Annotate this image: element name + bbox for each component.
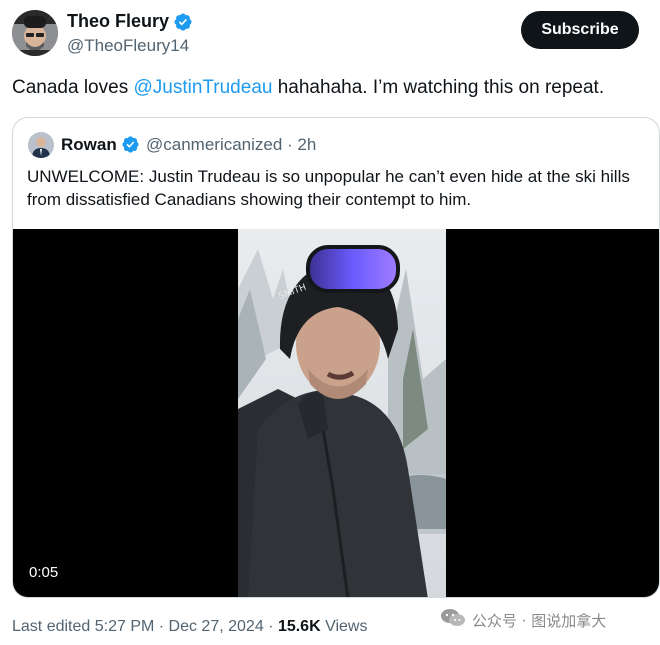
tweet-card: Theo Fleury @TheoFleury14 Subscribe Cana… (0, 0, 660, 645)
video-frame-image: SMITH (238, 229, 446, 597)
wechat-watermark: 公众号 · 图说加拿大 (440, 608, 606, 632)
quoted-author-avatar[interactable] (28, 132, 54, 158)
author-handle[interactable]: @TheoFleury14 (67, 36, 189, 56)
quoted-verified-badge-icon (121, 135, 141, 155)
views-count: 15.6K (277, 618, 321, 635)
author-avatar[interactable] (12, 10, 58, 56)
edited-timestamp[interactable]: Last edited 5:27 PM · Dec 27, 2024 · (12, 618, 278, 635)
verified-badge-icon (173, 12, 193, 32)
tweet-text-after: hahahaha. I’m watching this on repeat. (272, 77, 605, 98)
author-name-text[interactable]: Theo Fleury (67, 11, 169, 32)
tweet-text-before: Canada loves (12, 77, 134, 98)
quoted-handle-time[interactable]: @canmericanized · 2h (146, 135, 316, 155)
video-player[interactable]: SMITH 0:05 (13, 229, 659, 597)
tweet-footer: Last edited 5:27 PM · Dec 27, 2024 · 15.… (12, 618, 367, 636)
quoted-tweet[interactable]: Rowan @canmericanized · 2h UNWELCOME: Ju… (12, 117, 660, 598)
quoted-text: UNWELCOME: Justin Trudeau is so unpopula… (27, 167, 630, 209)
quoted-author-name-text[interactable]: Rowan (61, 135, 117, 155)
video-duration: 0:05 (29, 564, 59, 581)
tweet-text: Canada loves @JustinTrudeau hahahaha. I’… (12, 76, 604, 100)
mention-link[interactable]: @JustinTrudeau (133, 77, 272, 98)
subscribe-button[interactable]: Subscribe (521, 11, 639, 49)
views-label: Views (320, 618, 368, 635)
author-name[interactable]: Theo Fleury (67, 11, 193, 32)
quoted-author-name[interactable]: Rowan (61, 135, 141, 155)
wechat-icon (440, 608, 466, 632)
watermark-text: 公众号 · 图说加拿大 (472, 611, 607, 630)
